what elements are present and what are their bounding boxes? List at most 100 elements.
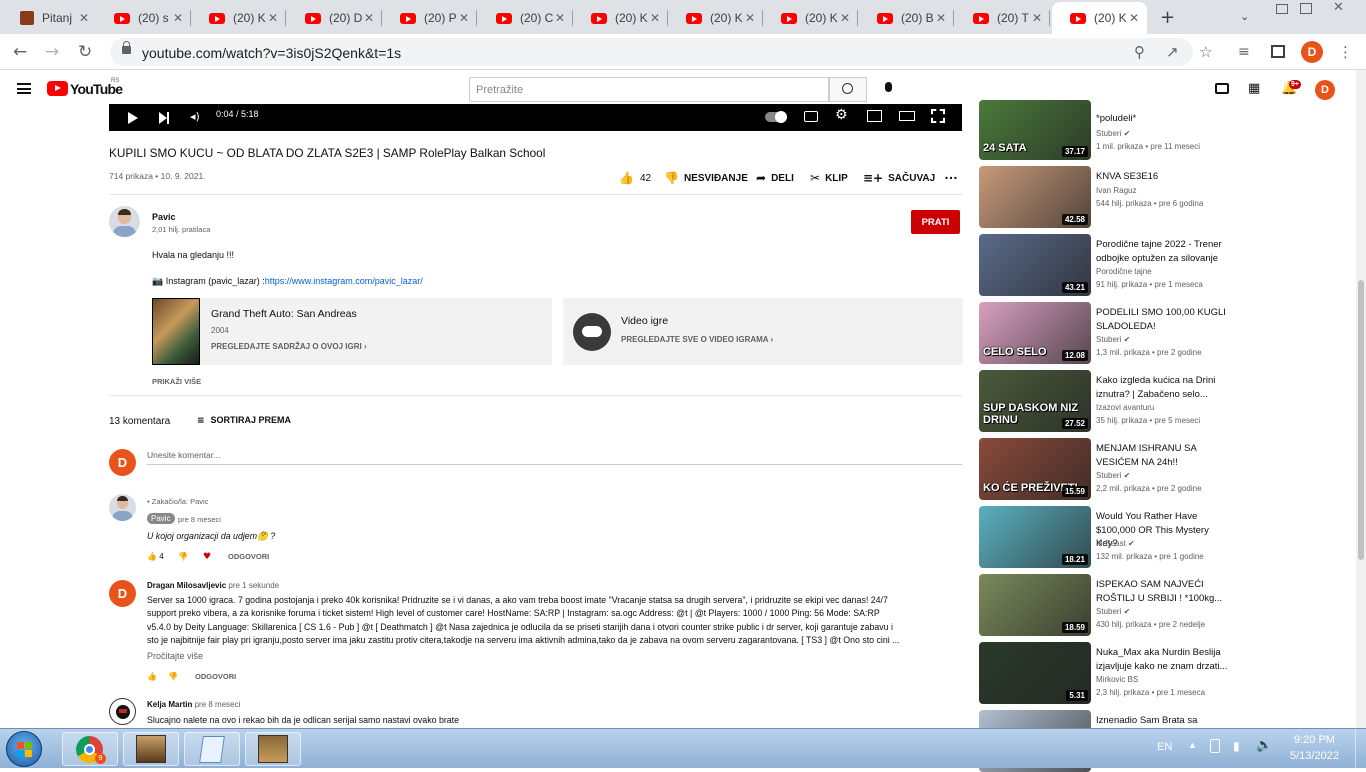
tab-close-icon[interactable]: ✕	[650, 11, 660, 25]
video-thumbnail[interactable]: 42.58	[979, 166, 1091, 228]
game-explore-link[interactable]: PREGLEDAJTE SADRŽAJ O OVOJ IGRI ›	[211, 342, 367, 351]
volume-icon[interactable]: ◂)	[190, 110, 200, 123]
related-video-channel[interactable]: Stuberi ✔	[1096, 129, 1130, 138]
channel-name[interactable]: Pavic	[152, 212, 176, 222]
video-games-card[interactable]: Video igre PREGLEDAJTE SVE O VIDEO IGRAM…	[563, 298, 963, 365]
comment-author-badge[interactable]: Pavic	[147, 513, 175, 524]
tab-close-icon[interactable]: ✕	[1129, 11, 1139, 25]
instagram-link[interactable]: https://www.instagram.com/pavic_lazar/	[265, 276, 423, 286]
chrome-menu-icon[interactable]: ⋮	[1338, 42, 1353, 62]
clock-date[interactable]: 5/13/2022	[1290, 750, 1339, 762]
page-scrollbar[interactable]	[1356, 70, 1366, 728]
comment-avatar[interactable]	[109, 494, 136, 521]
reload-icon[interactable]: ↻	[78, 42, 92, 62]
related-video-title[interactable]: Iznenadio Sam Brata sa	[1096, 714, 1231, 728]
comment-time[interactable]: pre 1 sekunde	[228, 581, 279, 590]
address-bar[interactable]: youtube.com/watch?v=3is0jS2Qenk&t=1s ⚲ ↗…	[110, 38, 1212, 66]
browser-tab[interactable]: (20) P ✕	[382, 2, 477, 34]
tab-close-icon[interactable]: ✕	[459, 11, 469, 25]
user-avatar[interactable]: D	[1315, 80, 1335, 100]
related-video-title[interactable]: Kako izgleda kućica na Drini iznutra? | …	[1096, 374, 1231, 401]
apps-grid-icon[interactable]: ▦	[1248, 81, 1260, 96]
video-thumbnail[interactable]: 5.31	[979, 642, 1091, 704]
related-video-channel[interactable]: Stuberi ✔	[1096, 335, 1130, 344]
related-video-channel[interactable]: Izazovi avanturu	[1096, 403, 1154, 412]
autoplay-toggle[interactable]	[765, 111, 787, 123]
show-desktop-button[interactable]	[1355, 729, 1366, 769]
taskbar-gta[interactable]	[245, 732, 301, 766]
tab-search-icon[interactable]: ⌄	[1240, 10, 1249, 23]
tab-close-icon[interactable]: ✕	[79, 11, 89, 25]
video-thumbnail[interactable]: 18.59	[979, 574, 1091, 636]
forward-icon[interactable]: →	[45, 42, 59, 62]
play-icon[interactable]	[128, 112, 138, 124]
share-button[interactable]: ➦ DELI	[756, 171, 794, 185]
comment-author-name[interactable]: Dragan Milosavljevic	[147, 581, 226, 590]
network-icon[interactable]: ▮	[1233, 739, 1240, 753]
taskbar-app-game[interactable]	[123, 732, 179, 766]
video-games-link[interactable]: PREGLEDAJTE SVE O VIDEO IGRAMA ›	[621, 335, 773, 344]
browser-tab[interactable]: (20) D ✕	[287, 2, 382, 34]
start-button[interactable]	[6, 731, 42, 767]
browser-tab[interactable]: (20) B ✕	[859, 2, 954, 34]
fullscreen-icon[interactable]	[931, 109, 945, 123]
window-minimize-button[interactable]	[1276, 4, 1288, 14]
related-video-title[interactable]: PODELILI SMO 100,00 KUGLI SLADOLEDA!	[1096, 306, 1231, 333]
comment-time[interactable]: pre 8 meseci	[195, 700, 241, 709]
volume-tray-icon[interactable]: 🔈	[1256, 738, 1272, 753]
settings-gear-icon[interactable]: ⚙	[835, 107, 848, 123]
comment-dislike-button[interactable]: 👎	[178, 552, 188, 561]
window-restore-button[interactable]	[1300, 3, 1312, 14]
new-tab-button[interactable]: +	[1160, 7, 1175, 28]
save-button[interactable]: ≡+ SAČUVAJ	[863, 171, 935, 185]
tab-close-icon[interactable]: ✕	[840, 11, 850, 25]
comment-reply-button[interactable]: ODGOVORI	[195, 672, 236, 681]
browser-tab[interactable]: (20) C ✕	[478, 2, 573, 34]
channel-avatar[interactable]	[109, 206, 140, 237]
show-more-button[interactable]: PRIKAŽI VIŠE	[152, 377, 201, 386]
related-video-title[interactable]: Porodične tajne 2022 - Trener odbojke op…	[1096, 238, 1231, 265]
browser-tab[interactable]: Pitanj ✕	[2, 2, 97, 34]
chrome-profile-avatar[interactable]: D	[1301, 41, 1323, 63]
reading-list-icon[interactable]: ≡	[1238, 42, 1250, 62]
related-video-channel[interactable]: Stuberi ✔	[1096, 607, 1130, 616]
video-thumbnail[interactable]: KO ĆE PREŽIVETI 15.59	[979, 438, 1091, 500]
taskbar-chrome[interactable]: 9	[62, 732, 118, 766]
clock-time[interactable]: 9:20 PM	[1294, 734, 1335, 746]
miniplayer-icon[interactable]	[867, 110, 882, 122]
comment-like-button[interactable]: 👍	[147, 672, 157, 681]
side-panel-icon[interactable]	[1271, 45, 1285, 58]
tab-close-icon[interactable]: ✕	[173, 11, 183, 25]
tab-close-icon[interactable]: ✕	[364, 11, 374, 25]
browser-tab[interactable]: (20) K ✕	[573, 2, 668, 34]
related-video-channel[interactable]: MrBeast ✔	[1096, 539, 1135, 548]
video-thumbnail[interactable]: 24 SATA 37.17	[979, 100, 1091, 160]
next-icon[interactable]	[159, 112, 170, 124]
comment-avatar[interactable]: D	[109, 580, 136, 607]
related-video-channel[interactable]: Stuberi ✔	[1096, 471, 1130, 480]
more-actions-icon[interactable]: …	[944, 166, 958, 182]
youtube-logo-icon[interactable]	[47, 81, 68, 96]
device-icon[interactable]	[1210, 739, 1220, 753]
browser-tab[interactable]: (20) K ✕	[1052, 2, 1147, 34]
menu-icon[interactable]	[17, 83, 31, 94]
related-video-title[interactable]: ISPEKAO SAM NAJVEĆI ROŠTILJ U SRBIJI ! *…	[1096, 578, 1231, 605]
comment-like-button[interactable]: 👍 4	[147, 552, 164, 561]
related-video-channel[interactable]: Mirkovic BS	[1096, 675, 1138, 684]
video-thumbnail[interactable]: SUP DASKOM NIZ DRINU 27.52	[979, 370, 1091, 432]
comment-dislike-button[interactable]: 👎	[168, 672, 178, 681]
browser-tab[interactable]: (20) K ✕	[668, 2, 763, 34]
read-more-button[interactable]: Pročitajte više	[147, 651, 203, 661]
create-video-icon[interactable]	[1215, 83, 1229, 94]
video-thumbnail[interactable]: 43.21	[979, 234, 1091, 296]
taskbar-notepad[interactable]	[184, 732, 240, 766]
clip-button[interactable]: ✂ KLIP	[810, 171, 848, 185]
tab-close-icon[interactable]: ✕	[745, 11, 755, 25]
theater-mode-icon[interactable]	[899, 111, 915, 121]
tab-close-icon[interactable]: ✕	[936, 11, 946, 25]
related-video-channel[interactable]: Ivan Raguz	[1096, 186, 1136, 195]
show-hidden-icons[interactable]: ▲	[1188, 740, 1197, 750]
related-video-title[interactable]: Nuka_Max aka Nurdin Beslija izjavljuje k…	[1096, 646, 1231, 673]
window-close-button[interactable]: ✕	[1333, 0, 1344, 15]
sort-button[interactable]: ≡ SORTIRAJ PREMA	[197, 415, 291, 426]
